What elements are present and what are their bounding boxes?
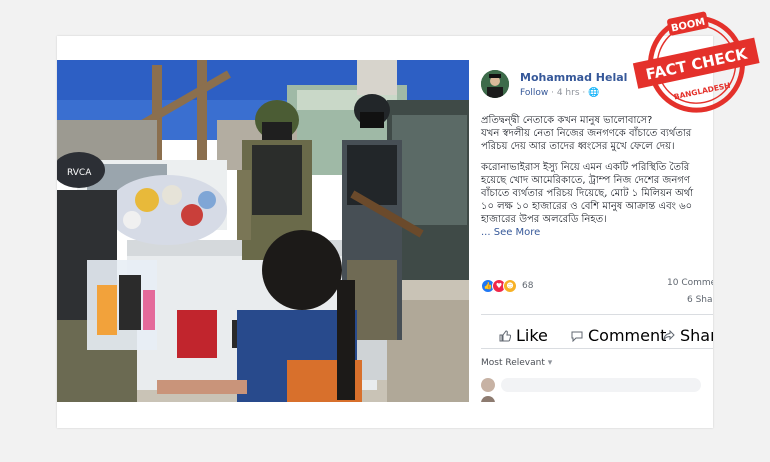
like-label: Like bbox=[516, 326, 548, 345]
author-avatar[interactable] bbox=[481, 70, 509, 98]
text-line: বাঁচাতে ব্যর্থতার পরিচয় দিয়েছে, মোট ১ … bbox=[481, 188, 694, 199]
text-line: হাজারের উপর অলরেডি নিহত। bbox=[481, 214, 607, 225]
post-paragraph-1: প্রতিদ্বন্দ্বী নেতাকে কখন মানুষ ভালোবাসে… bbox=[481, 114, 713, 153]
most-relevant-dropdown[interactable]: Most Relevant ▾ bbox=[481, 358, 552, 368]
text-line: হয়েছে খোদ আমেরিকাতে, ট্রাম্প নিজ দেশের … bbox=[481, 175, 690, 186]
comment-preview bbox=[481, 376, 713, 402]
post-photo[interactable]: RVCA bbox=[57, 60, 469, 402]
post-meta: Follow · 4 hrs · 🌐 bbox=[520, 88, 599, 98]
share-label: Share bbox=[680, 326, 713, 345]
divider bbox=[481, 348, 713, 349]
follow-link[interactable]: Follow bbox=[520, 88, 548, 98]
post-paragraph-2: করোনাভাইরাস ইস্যু নিয়ে এমন একটি পরিস্থি… bbox=[481, 161, 713, 239]
post-text: প্রতিদ্বন্দ্বী নেতাকে কখন মানুষ ভালোবাসে… bbox=[481, 114, 713, 247]
chevron-down-icon: ▾ bbox=[547, 358, 553, 368]
comment-bubble bbox=[501, 378, 701, 392]
most-relevant-label: Most Relevant bbox=[481, 358, 545, 368]
divider bbox=[481, 314, 713, 315]
comment-button[interactable]: Comment bbox=[571, 326, 666, 345]
photo-illustration: RVCA bbox=[57, 60, 469, 402]
globe-icon: 🌐 bbox=[588, 88, 600, 98]
thumbs-up-icon bbox=[499, 329, 511, 341]
facebook-post-card: RVCA Mohammad Helal Follow · 4 hrs · 🌐 প… bbox=[57, 36, 713, 428]
like-button[interactable]: Like bbox=[499, 326, 548, 345]
text-line: করোনাভাইরাস ইস্যু নিয়ে এমন একটি পরিস্থি… bbox=[481, 162, 690, 173]
avatar-image bbox=[481, 70, 509, 98]
text-line: যখন স্বদলীয় নেতা নিজের জনগণকে বাঁচাতে ব… bbox=[481, 128, 692, 139]
text-line: ১০ লক্ষ ১০ হাজারের ও বেশি মানুষ আক্রান্ত… bbox=[481, 201, 693, 212]
stamp-bottom-text: BANGLADESH bbox=[673, 81, 731, 102]
see-more-link[interactable]: ... See More bbox=[481, 226, 713, 239]
author-name[interactable]: Mohammad Helal bbox=[520, 71, 627, 84]
share-arrow-icon bbox=[663, 329, 675, 340]
comment-icon bbox=[571, 331, 583, 342]
commenter-avatar[interactable] bbox=[481, 378, 495, 392]
reaction-count: 68 bbox=[522, 281, 534, 291]
boom-fact-check-stamp: BOOM FACT CHECK BANGLADESH bbox=[632, 11, 760, 113]
comment-label: Comment bbox=[588, 326, 667, 345]
reaction-summary[interactable]: 👍 ♥ ☻ 68 bbox=[481, 278, 533, 294]
post-time: · 4 hrs · bbox=[551, 88, 586, 98]
text-line: পরিচয় দেয় আর তাদের ধ্বংসের মুখে ফেলে দ… bbox=[481, 141, 675, 152]
comments-count[interactable]: 10 Comme bbox=[667, 278, 713, 288]
haha-reaction-icon: ☻ bbox=[503, 279, 517, 293]
shares-count[interactable]: 6 Sha bbox=[687, 295, 713, 305]
cap-text: RVCA bbox=[67, 168, 92, 178]
share-button[interactable]: Share bbox=[663, 326, 713, 345]
commenter-avatar[interactable] bbox=[481, 396, 495, 402]
